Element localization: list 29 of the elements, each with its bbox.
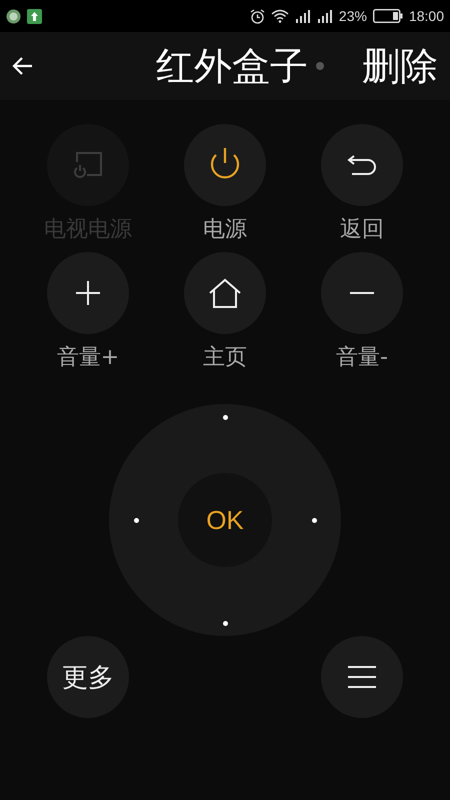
clock-time: 18:00 <box>408 8 444 24</box>
dot-icon <box>222 620 228 626</box>
dot-icon <box>312 518 316 522</box>
button-label: 主页 <box>203 346 247 370</box>
tv-power-icon <box>71 149 105 181</box>
status-dot-icon <box>316 62 324 70</box>
minus-icon <box>349 290 375 296</box>
battery-icon <box>372 9 403 23</box>
home-icon <box>208 278 242 308</box>
dot-icon <box>222 414 228 420</box>
screen-title: 红外盒子 <box>156 42 308 90</box>
alarm-icon <box>250 8 265 24</box>
delete-button[interactable]: 删除 <box>362 40 438 92</box>
dot-icon <box>134 518 138 522</box>
button-label: 音量- <box>336 346 388 370</box>
more-button[interactable]: 更多 <box>47 636 129 718</box>
signal-icon <box>316 9 333 23</box>
battery-percentage: 23% <box>338 8 367 24</box>
button-label: 返回 <box>340 218 384 242</box>
app-notification-icon <box>6 8 21 24</box>
signal-icon <box>294 9 311 23</box>
menu-icon <box>347 665 377 689</box>
wifi-icon <box>270 9 289 23</box>
button-label: 电源 <box>203 218 247 242</box>
return-arrow-icon <box>346 153 378 177</box>
plus-icon <box>75 280 101 306</box>
ok-button[interactable]: OK <box>178 473 272 567</box>
upload-icon <box>27 8 42 24</box>
button-label: 音量+ <box>56 346 120 370</box>
